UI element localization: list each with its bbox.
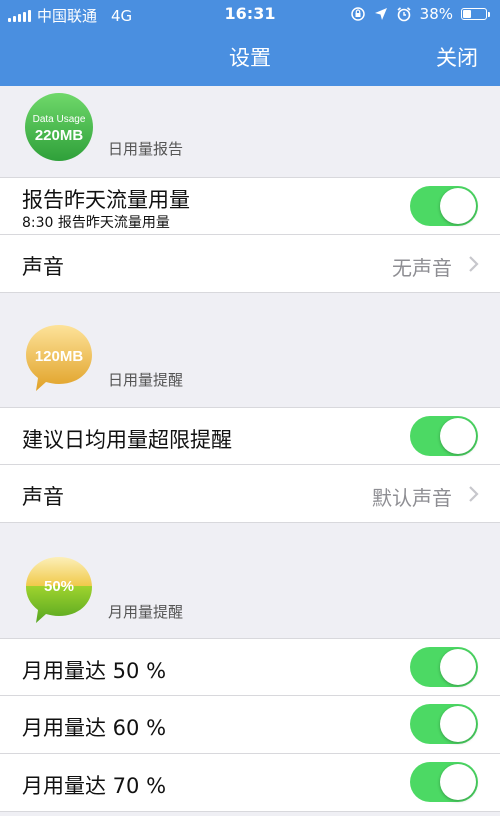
daily-limit-alert-title: 建议日均用量超限提醒 [22, 428, 232, 452]
nav-bar: 设置 关闭 [0, 30, 500, 86]
report-yesterday-subtitle: 8:30 报告昨天流量用量 [22, 215, 170, 231]
report-sound-value: 无声音 [392, 256, 452, 280]
daily-limit-alert-row[interactable]: 建议日均用量超限提醒 [0, 407, 500, 465]
location-icon [374, 8, 387, 20]
report-sound-row[interactable]: 声音 无声音 [0, 235, 500, 293]
daily-report-label: 日用量报告 [108, 140, 184, 158]
report-yesterday-row[interactable]: 报告昨天流量用量 8:30 报告昨天流量用量 [0, 177, 500, 235]
monthly-threshold-row[interactable]: 月用量达 50 % [0, 638, 500, 696]
alarm-icon [397, 7, 411, 22]
badge-value-text: 220MB [35, 127, 84, 144]
header: 中国联通 4G 16:31 38% 设置 关闭 [0, 0, 500, 86]
daily-limit-alert-toggle[interactable] [410, 416, 478, 456]
monthly-alert-header: 50% 月用量提醒 [0, 523, 500, 638]
chevron-right-icon [469, 486, 479, 502]
monthly-alert-label: 月用量提醒 [108, 603, 184, 621]
report-sound-label: 声音 [22, 255, 64, 279]
daily-alert-label: 日用量提醒 [108, 371, 184, 389]
monthly-alert-badge-icon: 50% [26, 557, 92, 623]
page-title: 设置 [229, 46, 271, 70]
alert-sound-label: 声音 [22, 485, 64, 509]
badge-top-text: Data Usage [33, 114, 86, 125]
monthly-threshold-label: 月用量达 70 % [22, 774, 167, 798]
monthly-threshold-label: 月用量达 60 % [22, 716, 167, 740]
alert-sound-value: 默认声音 [372, 486, 452, 510]
status-bar: 中国联通 4G 16:31 38% [0, 0, 500, 30]
daily-report-header: Data Usage 220MB 日用量报告 [0, 86, 500, 177]
monthly-alert-badge-text: 50% [44, 578, 74, 595]
daily-alert-badge-text: 120MB [35, 348, 84, 365]
daily-alert-badge-icon: 120MB [26, 325, 92, 391]
battery-percent: 38% [419, 5, 453, 23]
monthly-threshold-toggle[interactable] [410, 704, 478, 744]
report-yesterday-title: 报告昨天流量用量 [22, 188, 190, 212]
daily-alert-header: 120MB 日用量提醒 [0, 293, 500, 407]
monthly-threshold-label: 月用量达 50 % [22, 659, 167, 683]
data-usage-badge-icon: Data Usage 220MB [25, 93, 93, 161]
alert-sound-row[interactable]: 声音 默认声音 [0, 465, 500, 523]
monthly-threshold-row[interactable]: 月用量达 70 % [0, 754, 500, 812]
chevron-right-icon [469, 256, 479, 272]
monthly-threshold-toggle[interactable] [410, 647, 478, 687]
monthly-threshold-toggle[interactable] [410, 762, 478, 802]
battery-icon [461, 8, 490, 20]
report-yesterday-toggle[interactable] [410, 186, 478, 226]
close-button[interactable]: 关闭 [436, 42, 478, 72]
orientation-lock-icon [350, 7, 365, 21]
monthly-threshold-row[interactable]: 月用量达 60 % [0, 696, 500, 754]
